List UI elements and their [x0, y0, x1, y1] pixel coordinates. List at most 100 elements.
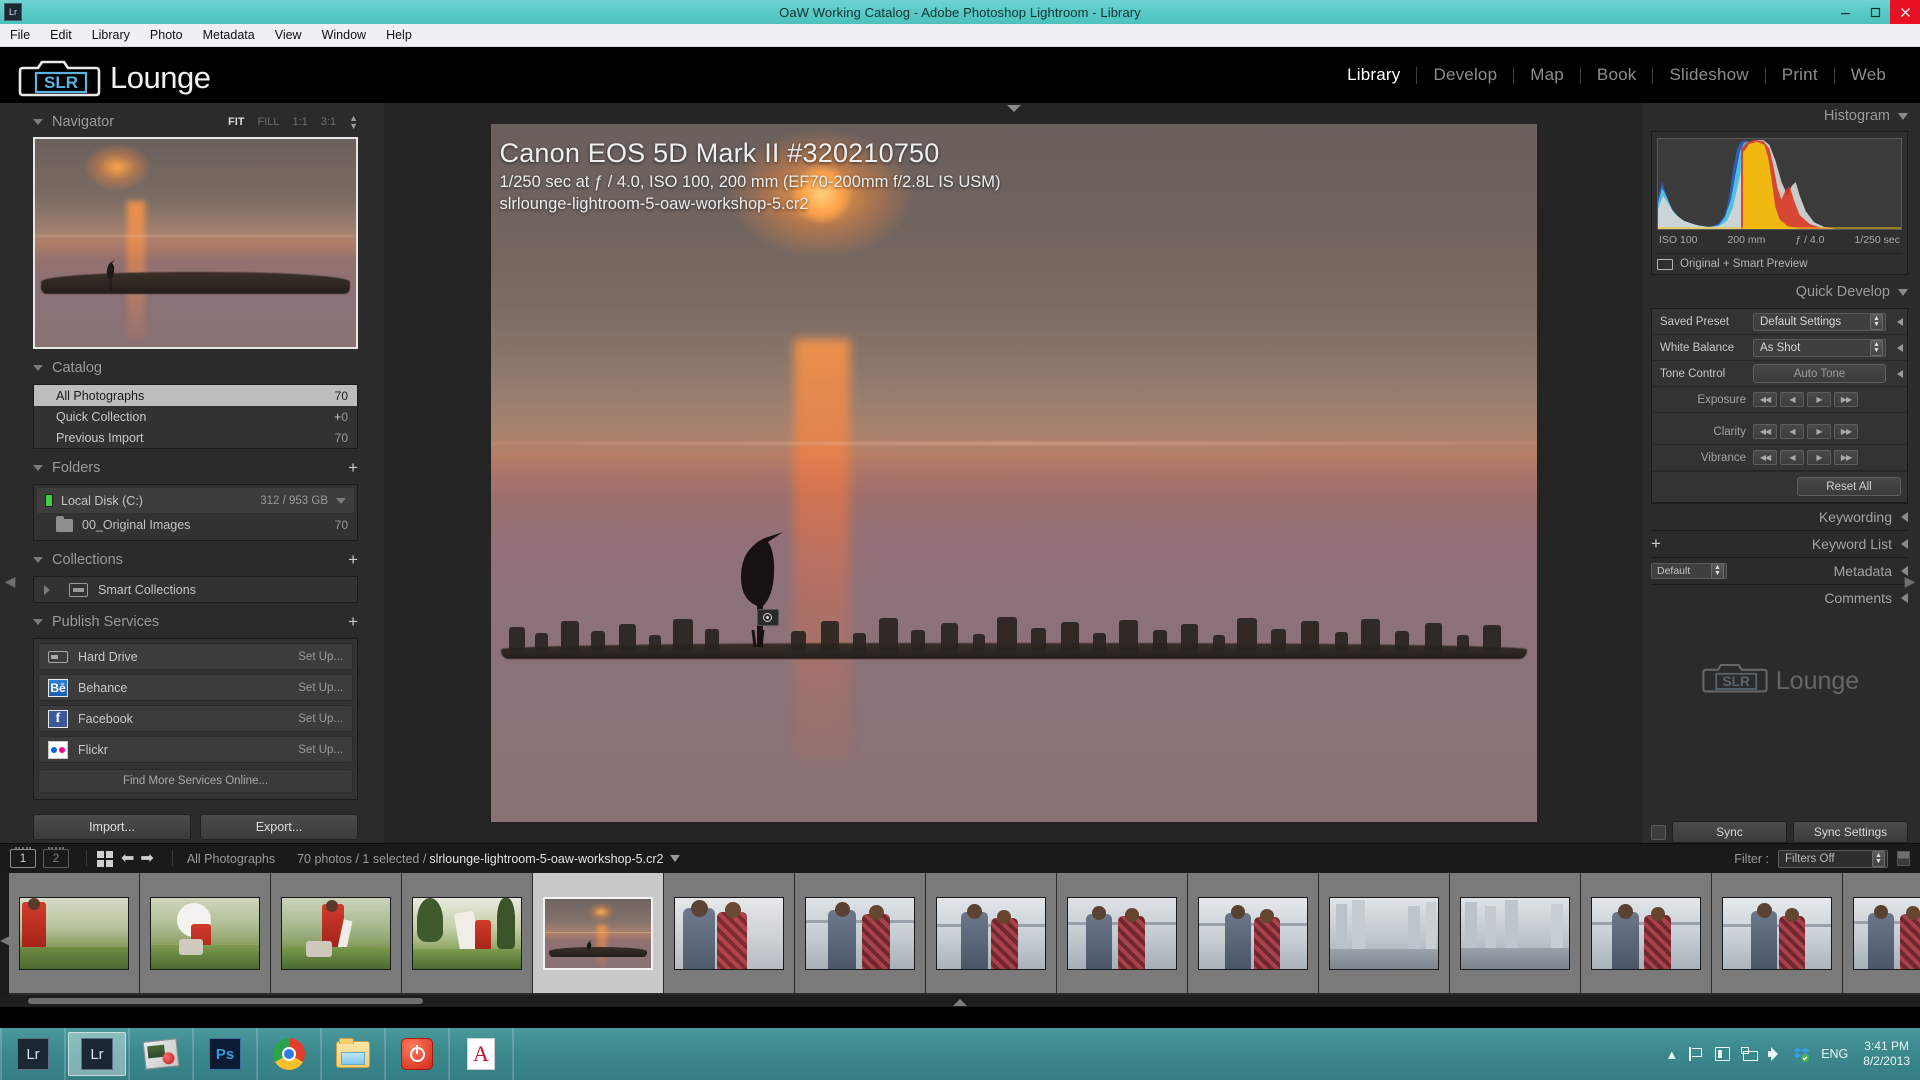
keyword-list-header[interactable]: + Keyword List [1651, 530, 1908, 557]
slrlounge-logo[interactable]: SLR Lounge [16, 57, 211, 97]
collapse-arrow-icon[interactable] [1897, 369, 1903, 378]
thumbnail-garden-fountain[interactable] [281, 896, 392, 970]
close-button[interactable] [1890, 0, 1920, 24]
stepper-icon[interactable]: ▲ ▼ [1872, 850, 1885, 867]
filmstrip-toggle-icon[interactable] [953, 999, 967, 1006]
module-print[interactable]: Print [1766, 65, 1834, 85]
reset-all-button[interactable]: Reset All [1797, 477, 1901, 496]
right-panel-collapse-arrow[interactable]: ▶ [1904, 571, 1916, 591]
battery-icon[interactable] [1715, 1047, 1731, 1061]
navigator-preview[interactable] [33, 137, 358, 349]
taskbar-chrome[interactable] [260, 1032, 318, 1076]
publish-service-facebook[interactable]: f Facebook Set Up... [38, 705, 353, 732]
top-panel-toggle-icon[interactable] [1006, 105, 1021, 112]
thumbnail-couple-city-b[interactable] [936, 896, 1047, 970]
exposure-increase[interactable]: ▶ [1807, 392, 1831, 407]
taskbar-file-explorer[interactable] [324, 1032, 382, 1076]
vibrance-increase-large[interactable]: ▶▶ [1834, 450, 1858, 465]
thumbnail-couple-city-i[interactable] [1853, 896, 1920, 970]
list-item[interactable] [402, 873, 534, 993]
thumbnail-couple-city-e[interactable] [1329, 896, 1440, 970]
service-setup-link[interactable]: Set Up... [298, 744, 343, 756]
catalog-header[interactable]: Catalog [33, 355, 358, 381]
saved-preset-select[interactable]: Default Settings ▲ ▼ [1753, 312, 1886, 331]
list-item[interactable] [926, 873, 1058, 993]
list-item[interactable] [795, 873, 927, 993]
collapse-arrow-icon[interactable] [1901, 593, 1908, 603]
menu-file[interactable]: File [0, 24, 40, 47]
thumbnail-couple-city-d[interactable] [1198, 896, 1309, 970]
disclosure-triangle-icon[interactable] [33, 619, 43, 625]
forward-arrow-icon[interactable]: ➡ [140, 850, 153, 867]
taskbar-clock[interactable]: 3:41 PM 8/2/2013 [1863, 1039, 1910, 1069]
filmstrip-filename[interactable]: slrlounge-lightroom-5-oaw-workshop-5.cr2 [429, 852, 663, 866]
list-item[interactable] [1319, 873, 1451, 993]
import-button[interactable]: Import... [33, 814, 191, 840]
taskbar-acrobat-reader[interactable]: A [452, 1032, 510, 1076]
monitor-2-button[interactable]: 2 [43, 847, 69, 868]
navigator-header[interactable]: Navigator FIT FILL 1:1 3:1 ▲ ▼ [33, 109, 358, 135]
thumbnail-couple-bridge[interactable] [674, 896, 785, 970]
list-item[interactable] [664, 873, 796, 993]
thumbnail-couple-city-a[interactable] [805, 896, 916, 970]
module-library[interactable]: Library [1331, 65, 1416, 85]
module-slideshow[interactable]: Slideshow [1653, 65, 1764, 85]
collection-item-smart-collections[interactable]: Smart Collections [34, 577, 357, 602]
filmstrip-scroll-left[interactable]: ◀ [0, 873, 10, 1007]
service-setup-link[interactable]: Set Up... [298, 713, 343, 725]
menu-photo[interactable]: Photo [140, 24, 193, 47]
catalog-item-all-photographs[interactable]: All Photographs 70 [34, 385, 357, 406]
filename-dropdown-icon[interactable] [670, 855, 681, 862]
list-item[interactable] [1450, 873, 1582, 993]
disclosure-triangle-icon[interactable] [33, 365, 43, 371]
taskbar-lightroom-running[interactable]: Lr [68, 1032, 126, 1076]
monitor-1-button[interactable]: 1 [10, 847, 36, 868]
grid-view-icon[interactable] [97, 850, 113, 867]
thumbnail-garden-parasol[interactable] [150, 896, 261, 970]
keywording-header[interactable]: Keywording [1651, 503, 1908, 530]
sync-button[interactable]: Sync [1672, 821, 1787, 843]
thumbnail-couple-city-h[interactable] [1722, 896, 1833, 970]
thumbnail-couple-city-g[interactable] [1591, 896, 1702, 970]
catalog-item-previous-import[interactable]: Previous Import 70 [34, 427, 357, 448]
publish-service-behance[interactable]: Bē Behance Set Up... [38, 674, 353, 701]
menu-edit[interactable]: Edit [40, 24, 82, 47]
add-publish-service-icon[interactable]: + [348, 613, 358, 630]
histogram-canvas[interactable] [1657, 138, 1902, 230]
collapse-arrow-icon[interactable] [1901, 539, 1908, 549]
module-map[interactable]: Map [1514, 65, 1580, 85]
clarity-decrease[interactable]: ◀ [1780, 424, 1804, 439]
add-folder-icon[interactable]: + [348, 459, 358, 476]
zoom-stepper-icon[interactable]: ▲ ▼ [349, 114, 358, 131]
exposure-decrease-large[interactable]: ◀◀ [1753, 392, 1777, 407]
list-item[interactable] [1188, 873, 1320, 993]
filmstrip-source[interactable]: All Photographs [187, 852, 275, 866]
list-item[interactable] [9, 873, 141, 993]
publish-service-flickr[interactable]: Flickr Set Up... [38, 736, 353, 763]
taskbar-power-utility[interactable] [388, 1032, 446, 1076]
stepper-icon[interactable]: ▲ ▼ [1870, 313, 1883, 330]
metadata-header[interactable]: Default ▲ ▼ Metadata [1651, 557, 1908, 584]
vibrance-increase[interactable]: ▶ [1807, 450, 1831, 465]
menu-view[interactable]: View [265, 24, 312, 47]
zoom-fit[interactable]: FIT [228, 116, 245, 128]
list-item[interactable] [271, 873, 403, 993]
filter-select[interactable]: Filters Off ▲ ▼ [1778, 849, 1888, 868]
left-panel-collapse-arrow[interactable]: ◀ [4, 571, 16, 591]
menu-help[interactable]: Help [376, 24, 422, 47]
collapse-arrow-icon[interactable] [1897, 317, 1903, 326]
menu-library[interactable]: Library [82, 24, 140, 47]
taskbar-photoshop[interactable]: Ps [196, 1032, 254, 1076]
sync-settings-button[interactable]: Sync Settings [1793, 821, 1908, 843]
chevron-up-icon[interactable]: ▲ [1665, 1048, 1678, 1061]
photo-badge-icon[interactable] [756, 609, 779, 626]
module-web[interactable]: Web [1835, 65, 1902, 85]
folder-item-00-original-images[interactable]: 00_Original Images 70 [34, 513, 357, 537]
service-setup-link[interactable]: Set Up... [298, 682, 343, 694]
vibrance-decrease-large[interactable]: ◀◀ [1753, 450, 1777, 465]
histogram-header[interactable]: Histogram [1651, 103, 1908, 129]
menu-window[interactable]: Window [312, 24, 376, 47]
exposure-decrease[interactable]: ◀ [1780, 392, 1804, 407]
list-item[interactable] [140, 873, 272, 993]
list-item[interactable] [533, 873, 665, 993]
